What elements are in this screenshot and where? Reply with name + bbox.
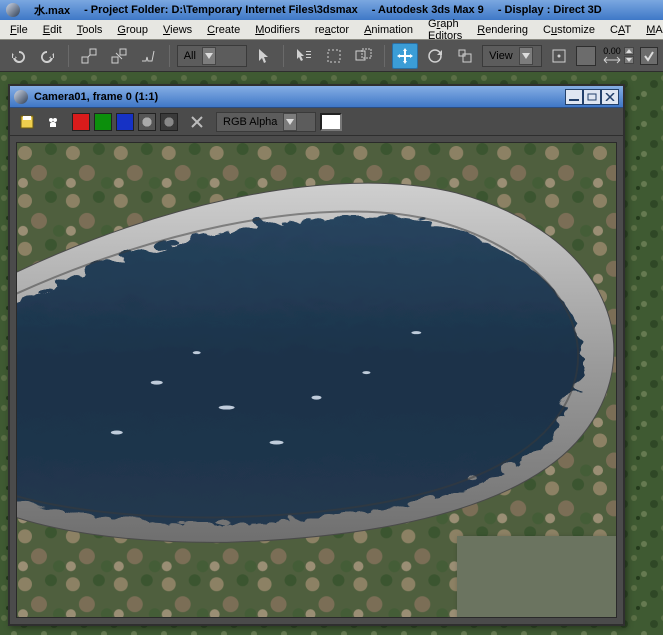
clone-window-button[interactable] (42, 111, 64, 133)
unlink-button[interactable] (106, 43, 132, 69)
spinner-value: 0.00 (603, 47, 621, 56)
select-and-move-button[interactable] (392, 43, 418, 69)
render-window-toolbar: RGB Alpha (10, 108, 623, 136)
render-window-titlebar[interactable]: Camera01, frame 0 (1:1) (10, 86, 623, 108)
close-button[interactable] (601, 89, 619, 105)
menu-group[interactable]: Group (111, 22, 154, 38)
snap-toggle-button[interactable] (640, 47, 658, 65)
menubar: File Edit Tools Group Views Create Modif… (0, 20, 663, 40)
menu-graph-editors[interactable]: Graph Editors (422, 16, 468, 44)
clear-button[interactable] (186, 111, 208, 133)
minimize-button[interactable] (565, 89, 583, 105)
window-crossing-button[interactable] (351, 43, 377, 69)
app-logo-icon (6, 3, 20, 17)
menu-file[interactable]: File (4, 22, 34, 38)
bind-spacewarp-button[interactable] (136, 43, 162, 69)
select-by-name-button[interactable] (291, 43, 317, 69)
menu-tools[interactable]: Tools (71, 22, 109, 38)
channel-dropdown[interactable]: RGB Alpha (216, 112, 316, 132)
file-name: 水.max (34, 2, 70, 18)
titlebar: 水.max - Project Folder: D:\Temporary Int… (0, 0, 663, 20)
ref-coord-label: View (489, 50, 513, 62)
dropdown-arrow-icon (519, 47, 533, 65)
maximize-button[interactable] (583, 89, 601, 105)
blue-channel-toggle[interactable] (116, 113, 134, 131)
menu-create[interactable]: Create (201, 22, 246, 38)
ref-coord-dropdown[interactable]: View (482, 45, 542, 67)
menu-animation[interactable]: Animation (358, 22, 419, 38)
project-folder-label: - Project Folder: D:\Temporary Internet … (84, 4, 358, 16)
spinner-buttons[interactable] (624, 47, 634, 64)
select-and-rotate-button[interactable] (422, 43, 448, 69)
main-toolbar: All View 0.00 (0, 40, 663, 72)
render-frame-window: Camera01, frame 0 (1:1) RGB Alpha (8, 84, 625, 626)
dropdown-arrow-icon (283, 113, 297, 131)
menu-modifiers[interactable]: Modifiers (249, 22, 306, 38)
selection-filter-dropdown[interactable]: All (177, 45, 247, 67)
menu-customize[interactable]: Customize (537, 22, 601, 38)
dropdown-arrow-icon (202, 47, 216, 65)
manipulate-button[interactable] (576, 46, 596, 66)
watermark-overlay (457, 536, 617, 618)
rectangular-select-button[interactable] (321, 43, 347, 69)
menu-rendering[interactable]: Rendering (471, 22, 534, 38)
render-window-title: Camera01, frame 0 (1:1) (34, 91, 158, 103)
alpha-channel-toggle[interactable] (138, 113, 156, 131)
menu-views[interactable]: Views (157, 22, 198, 38)
save-image-button[interactable] (16, 111, 38, 133)
swatch-preview (320, 113, 342, 131)
app-name-label: - Autodesk 3ds Max 9 (372, 4, 484, 16)
axis-lock-icon (602, 56, 622, 64)
render-window-logo-icon (14, 90, 28, 104)
menu-cat[interactable]: CAT (604, 22, 637, 38)
select-and-scale-button[interactable] (452, 43, 478, 69)
undo-button[interactable] (5, 43, 31, 69)
viewport[interactable]: Camera01, frame 0 (1:1) RGB Alpha (0, 72, 663, 635)
menu-reactor[interactable]: reactor (309, 22, 355, 38)
monochrome-toggle[interactable] (160, 113, 178, 131)
render-image-canvas[interactable] (16, 142, 617, 618)
red-channel-toggle[interactable] (72, 113, 90, 131)
select-object-button[interactable] (251, 43, 277, 69)
display-driver-label: - Display : Direct 3D (498, 4, 602, 16)
menu-maxscript[interactable]: MAXScrip (640, 22, 663, 38)
use-center-button[interactable] (546, 43, 572, 69)
redo-button[interactable] (35, 43, 61, 69)
green-channel-toggle[interactable] (94, 113, 112, 131)
menu-edit[interactable]: Edit (37, 22, 68, 38)
link-button[interactable] (76, 43, 102, 69)
selection-filter-label: All (184, 50, 196, 62)
channel-dropdown-label: RGB Alpha (223, 116, 277, 128)
